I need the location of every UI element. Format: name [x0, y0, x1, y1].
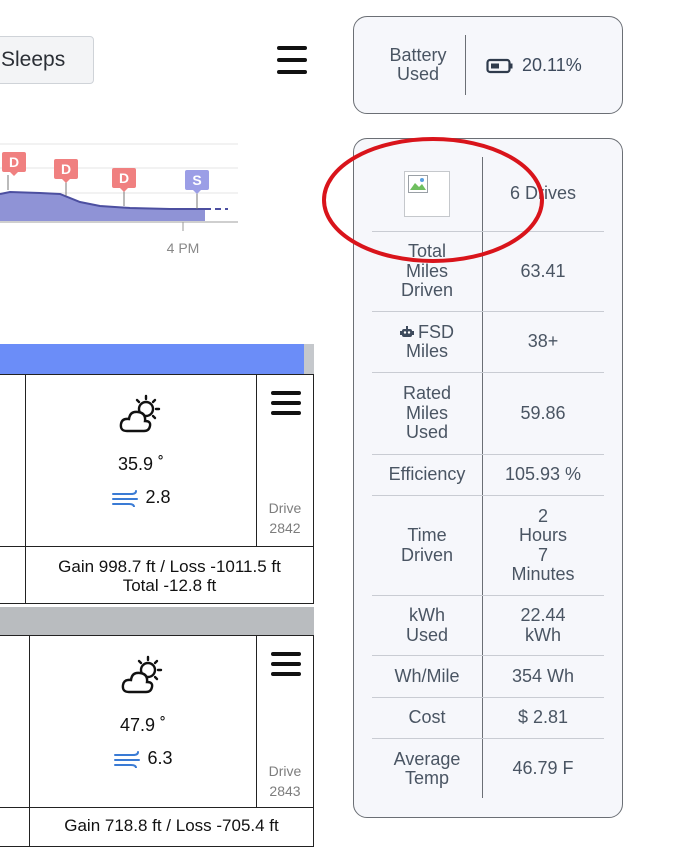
marker-label: D: [9, 154, 19, 170]
drive-marker[interactable]: D: [112, 168, 136, 192]
drive-cell-left: [0, 546, 26, 604]
elevation-cell: Gain 998.7 ft / Loss -1011.5 ft Total -1…: [25, 546, 314, 604]
divider: [465, 35, 466, 95]
wind-value: 2.8: [145, 487, 171, 507]
temperature: 35.9 ˚: [117, 454, 165, 474]
wind-speed: 6.3: [113, 748, 173, 769]
stats-row-fsd-miles: FSD Miles 38+: [372, 312, 604, 373]
elevation-cell: Gain 718.8 ft / Loss -705.4 ft: [29, 807, 314, 847]
average-temp-value: 46.79 F: [512, 758, 574, 779]
fsd-miles-value: 38+: [527, 331, 559, 352]
drive-weather-cell: 35.9 ˚ 2.8: [25, 374, 257, 547]
elevation-total: Total -12.8 ft: [122, 576, 217, 595]
time-driven-value: 2 Hours 7 Minutes: [511, 505, 575, 584]
stats-row-time-driven: Time Driven 2 Hours 7 Minutes: [372, 496, 604, 596]
battery-used-card: Battery Used 20.11%: [353, 16, 623, 114]
cost-value: $ 2.81: [517, 707, 569, 728]
drive-action-cell: Drive 2842: [256, 374, 314, 547]
drive-marker[interactable]: D: [2, 152, 26, 176]
drive-cell-left: [0, 374, 26, 547]
x-tick-label: 4 PM: [167, 240, 200, 256]
drive-separator: [0, 607, 314, 635]
menu-icon[interactable]: [277, 46, 307, 74]
efficiency-value: 105.93 %: [504, 464, 582, 485]
wind-icon: [114, 750, 141, 768]
battery-icon: [486, 58, 513, 73]
marker-label: D: [119, 170, 129, 186]
marker-label: S: [192, 172, 201, 188]
sleeps-button[interactable]: Sleeps: [0, 36, 94, 84]
annotation-circle: [322, 137, 544, 263]
drive-cell-left: [0, 635, 30, 808]
elevation-summary: Gain 718.8 ft / Loss -705.4 ft: [64, 816, 279, 835]
rated-miles-value: 59.86: [520, 402, 566, 423]
stats-row-wh-mile: Wh/Mile 354 Wh: [372, 656, 604, 698]
sleep-marker[interactable]: S: [185, 170, 209, 194]
stats-row-rated-miles: Rated Miles Used 59.86: [372, 373, 604, 455]
elevation-summary: Gain 998.7 ft / Loss -1011.5 ft: [58, 557, 281, 576]
battery-used-label: Battery Used: [389, 45, 447, 84]
wind-speed: 2.8: [111, 487, 171, 508]
partly-cloudy-icon: [119, 394, 161, 433]
stats-row-cost: Cost $ 2.81: [372, 698, 604, 739]
drive-cell-left: [0, 807, 30, 847]
drive-menu-icon[interactable]: [271, 652, 301, 676]
temperature: 47.9 ˚: [119, 715, 167, 735]
drive-id: Drive 2843: [268, 763, 302, 799]
stats-row-average-temp: Average Temp 46.79 F: [372, 739, 604, 799]
stats-row-efficiency: Efficiency 105.93 %: [372, 455, 604, 496]
drive-menu-icon[interactable]: [271, 391, 301, 415]
drive-timeline-chart: 4 PM D D D S: [0, 140, 240, 260]
drive-marker[interactable]: D: [54, 159, 78, 183]
drive-weather-cell: 47.9 ˚ 6.3: [29, 635, 257, 808]
marker-label: D: [61, 161, 71, 177]
partly-cloudy-icon: [121, 655, 163, 694]
drive-action-cell: Drive 2843: [256, 635, 314, 808]
wind-value: 6.3: [147, 748, 173, 768]
sleeps-label: Sleeps: [1, 48, 66, 71]
drive-id: Drive 2842: [268, 500, 302, 536]
wind-icon: [112, 489, 139, 507]
wh-mile-value: 354 Wh: [511, 665, 575, 686]
battery-used-value: 20.11%: [486, 55, 582, 76]
stats-row-kwh-used: kWh Used 22.44 kWh: [372, 596, 604, 656]
kwh-used-value: 22.44 kWh: [520, 605, 566, 645]
robot-icon: [400, 326, 414, 338]
scrollbar[interactable]: [304, 344, 314, 374]
drive-list-header-bar: [0, 344, 304, 374]
